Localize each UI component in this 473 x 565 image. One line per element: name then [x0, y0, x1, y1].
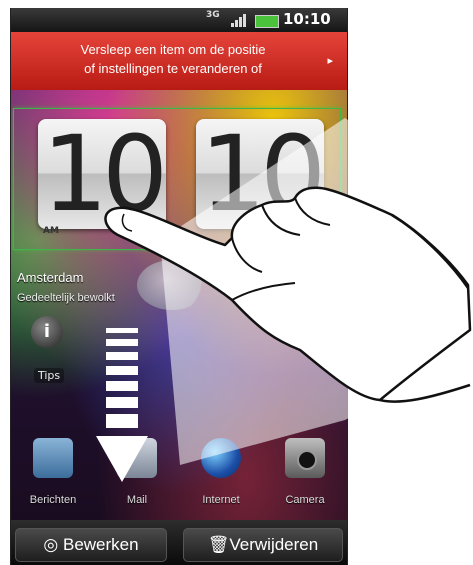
- dock-item-camera[interactable]: Camera: [275, 438, 335, 506]
- delete-label: Verwijderen: [229, 535, 319, 554]
- banner-text: Versleep een item om de positie of inste…: [25, 40, 321, 78]
- dock-label: Berichten: [29, 494, 77, 506]
- globe-icon: [201, 438, 241, 478]
- clock-minutes: 10: [196, 119, 326, 229]
- battery-icon: [255, 15, 279, 28]
- banner-line-1: Versleep een item om de positie: [80, 42, 266, 57]
- cloud-icon: [137, 260, 207, 310]
- dock-item-mail[interactable]: Mail: [107, 438, 167, 506]
- dock-item-internet[interactable]: Internet: [191, 438, 251, 506]
- clock-widget[interactable]: 10 10: [13, 108, 341, 250]
- bottom-bar: ◎ Bewerken 🗑Verwijderen: [11, 520, 347, 565]
- trash-icon: 🗑: [207, 535, 230, 554]
- dock-item-berichten[interactable]: Berichten: [23, 438, 83, 506]
- status-bar: 3G 10:10 AM: [11, 8, 347, 45]
- messages-icon: [33, 438, 73, 478]
- home-screen: 10 10 AM Amsterdam Gedeeltelijk bewolkt …: [11, 90, 347, 520]
- camera-icon: [285, 438, 325, 478]
- signal-icon: [231, 14, 251, 27]
- clock-ampm: AM: [43, 226, 59, 236]
- phone-screen: 3G 10:10 AM Versleep een item om de posi…: [10, 8, 348, 565]
- chevron-right-icon: ▸: [327, 54, 333, 67]
- mail-icon: [117, 438, 157, 478]
- instruction-banner[interactable]: Versleep een item om de positie of inste…: [11, 32, 347, 91]
- dock-label: Camera: [285, 494, 325, 506]
- target-icon: ◎: [43, 535, 59, 554]
- network-type: 3G: [206, 10, 220, 20]
- weather-description: Gedeeltelijk bewolkt: [17, 292, 115, 304]
- dock-label: Mail: [126, 494, 148, 506]
- tips-label: Tips: [34, 368, 65, 383]
- weather-city: Amsterdam: [17, 270, 84, 285]
- banner-line-2: of instellingen te veranderen of: [84, 61, 262, 76]
- delete-button[interactable]: 🗑Verwijderen: [183, 528, 343, 562]
- dock-label: Internet: [202, 494, 240, 506]
- clock-hours: 10: [38, 119, 168, 229]
- edit-button[interactable]: ◎ Bewerken: [15, 528, 167, 562]
- edit-label: Bewerken: [62, 535, 139, 554]
- tips-icon[interactable]: i: [31, 316, 63, 348]
